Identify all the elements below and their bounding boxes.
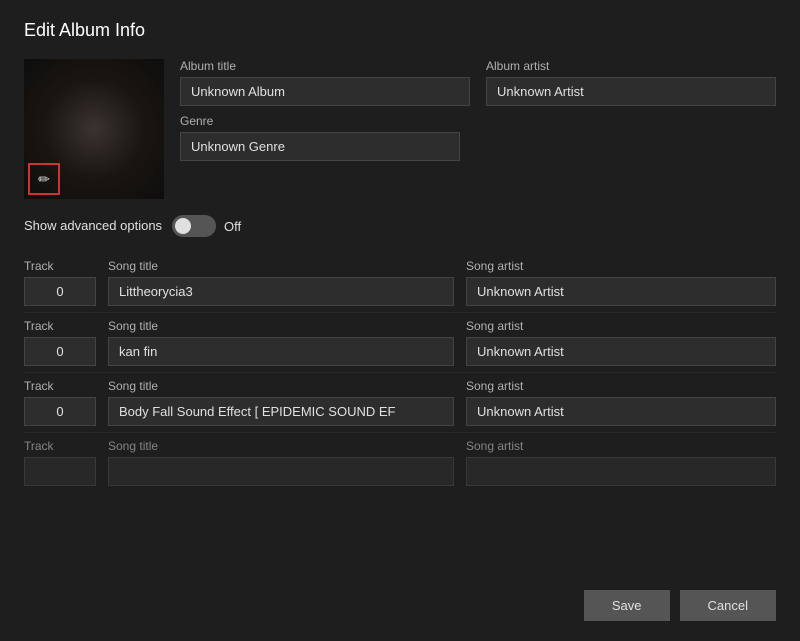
song-title-group-3: Song title xyxy=(108,439,454,486)
song-title-label-0: Song title xyxy=(108,259,454,273)
toggle-knob xyxy=(175,218,191,234)
song-title-label-2: Song title xyxy=(108,379,454,393)
album-artist-label: Album artist xyxy=(486,59,776,73)
song-title-group-0: Song title xyxy=(108,259,454,306)
toggle-container: Off xyxy=(172,215,241,237)
dialog-title: Edit Album Info xyxy=(24,20,776,41)
save-button[interactable]: Save xyxy=(584,590,670,621)
song-title-group-2: Song title xyxy=(108,379,454,426)
dialog-footer: Save Cancel xyxy=(24,578,776,621)
album-artist-input[interactable] xyxy=(486,77,776,106)
genre-group: Genre xyxy=(180,114,776,161)
album-title-group: Album title xyxy=(180,59,470,106)
track-input-2[interactable] xyxy=(24,397,96,426)
edit-album-art-button[interactable]: ✏ xyxy=(28,163,60,195)
song-row: Track Song title Song artist xyxy=(24,253,776,313)
song-artist-input-1[interactable] xyxy=(466,337,776,366)
song-artist-group-0: Song artist xyxy=(466,259,776,306)
song-title-input-1[interactable] xyxy=(108,337,454,366)
album-artist-group: Album artist xyxy=(486,59,776,106)
song-row: Track Song title Song artist xyxy=(24,313,776,373)
song-title-input-0[interactable] xyxy=(108,277,454,306)
album-art-container: ✏ xyxy=(24,59,164,199)
album-title-input[interactable] xyxy=(180,77,470,106)
song-artist-label-0: Song artist xyxy=(466,259,776,273)
genre-input[interactable] xyxy=(180,132,460,161)
genre-label: Genre xyxy=(180,114,776,128)
cancel-button[interactable]: Cancel xyxy=(680,590,776,621)
track-input-1[interactable] xyxy=(24,337,96,366)
advanced-options-label: Show advanced options xyxy=(24,218,162,235)
song-title-input-3[interactable] xyxy=(108,457,454,486)
toggle-state-label: Off xyxy=(224,219,241,234)
track-label-2: Track xyxy=(24,379,96,393)
song-title-input-2[interactable] xyxy=(108,397,454,426)
advanced-options-row: Show advanced options Off xyxy=(24,215,776,237)
song-title-group-1: Song title xyxy=(108,319,454,366)
song-row: Track Song title Song artist xyxy=(24,433,776,492)
track-input-3[interactable] xyxy=(24,457,96,486)
top-section: ✏ Album title Album artist Genre xyxy=(24,59,776,199)
edit-album-dialog: Edit Album Info ✏ Album title Album arti… xyxy=(0,0,800,641)
song-artist-group-1: Song artist xyxy=(466,319,776,366)
track-label-3: Track xyxy=(24,439,96,453)
songs-section: Track Song title Song artist Track Song … xyxy=(24,253,776,574)
song-artist-input-3[interactable] xyxy=(466,457,776,486)
track-label-0: Track xyxy=(24,259,96,273)
album-fields: Album title Album artist Genre xyxy=(180,59,776,199)
track-group-1: Track xyxy=(24,319,96,366)
album-title-artist-row: Album title Album artist xyxy=(180,59,776,106)
song-title-label-1: Song title xyxy=(108,319,454,333)
song-artist-label-1: Song artist xyxy=(466,319,776,333)
song-artist-group-3: Song artist xyxy=(466,439,776,486)
song-artist-input-2[interactable] xyxy=(466,397,776,426)
track-group-3: Track xyxy=(24,439,96,486)
album-title-label: Album title xyxy=(180,59,470,73)
song-artist-input-0[interactable] xyxy=(466,277,776,306)
track-label-1: Track xyxy=(24,319,96,333)
song-artist-group-2: Song artist xyxy=(466,379,776,426)
track-group-0: Track xyxy=(24,259,96,306)
song-artist-label-3: Song artist xyxy=(466,439,776,453)
track-group-2: Track xyxy=(24,379,96,426)
song-row: Track Song title Song artist xyxy=(24,373,776,433)
song-title-label-3: Song title xyxy=(108,439,454,453)
advanced-options-toggle[interactable] xyxy=(172,215,216,237)
pencil-icon: ✏ xyxy=(38,171,50,188)
song-artist-label-2: Song artist xyxy=(466,379,776,393)
track-input-0[interactable] xyxy=(24,277,96,306)
